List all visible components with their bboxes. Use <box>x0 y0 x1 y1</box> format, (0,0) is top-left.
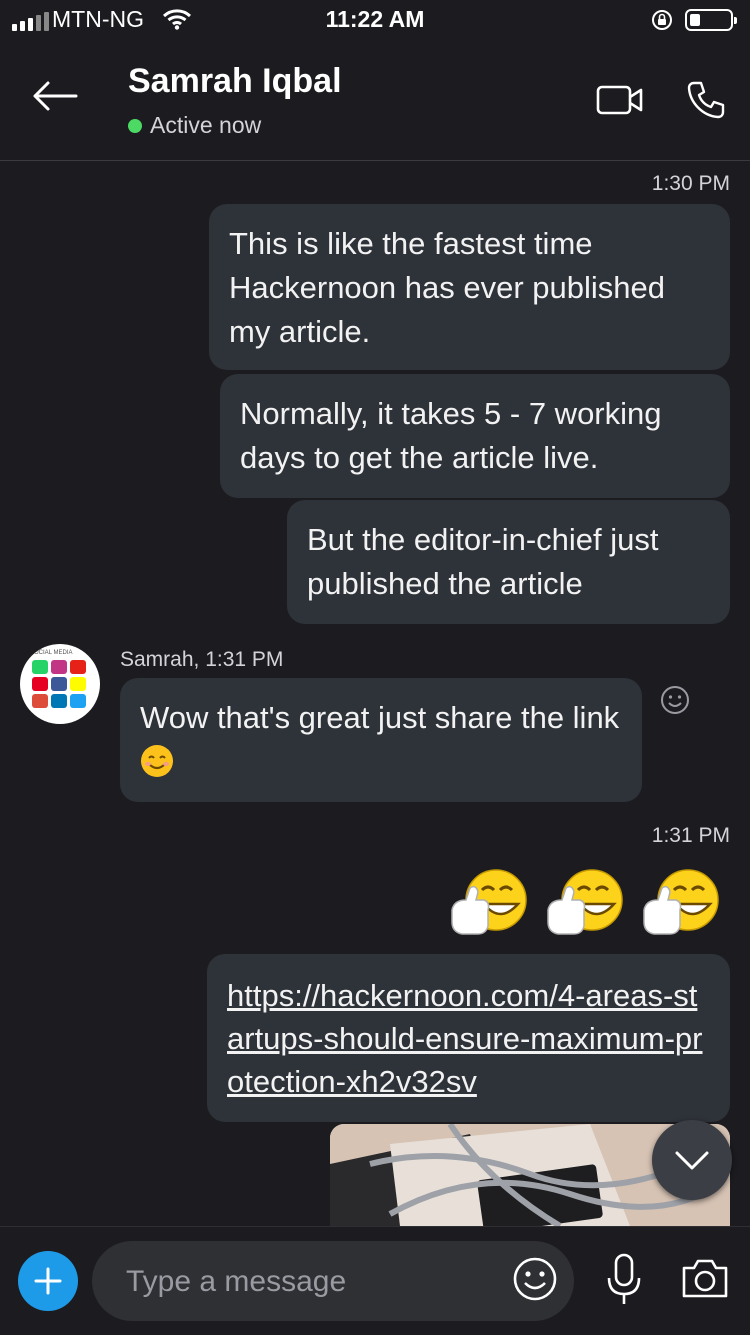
outgoing-message[interactable]: This is like the fastest time Hackernoon… <box>209 204 730 370</box>
video-call-icon[interactable] <box>596 84 644 121</box>
thumbs-up-emoji-icon[interactable] <box>448 866 532 938</box>
camera-icon[interactable] <box>680 1256 730 1305</box>
chevron-down-icon <box>675 1151 709 1170</box>
outgoing-message[interactable]: Normally, it takes 5 - 7 working days to… <box>220 374 730 498</box>
scroll-to-bottom-button[interactable] <box>652 1120 732 1200</box>
contact-name[interactable]: Samrah Iqbal <box>128 62 342 101</box>
incoming-message-text: Wow that's great just share the link <box>140 700 620 735</box>
message-timestamp: 1:30 PM <box>651 172 730 195</box>
avatar[interactable]: SOCIAL MEDIA <box>20 644 100 724</box>
message-input-container <box>92 1241 574 1323</box>
presence-label: Active now <box>150 112 262 138</box>
thumbs-up-emoji-icon[interactable] <box>544 866 628 938</box>
avatar-caption-art: SOCIAL MEDIA <box>30 650 73 656</box>
link-message[interactable]: https://hackernoon.com/4-areas-startups-… <box>207 954 730 1122</box>
presence-status: Active now <box>128 112 261 139</box>
thumbs-up-emoji-icon[interactable] <box>640 866 724 938</box>
message-timestamp: 1:31 PM <box>651 824 730 847</box>
incoming-message[interactable]: Wow that's great just share the link <box>120 678 642 802</box>
add-attachment-button[interactable] <box>18 1251 78 1311</box>
back-arrow-icon[interactable] <box>30 78 78 119</box>
rotation-lock-icon <box>650 8 674 37</box>
online-dot-icon <box>128 118 142 133</box>
plus-icon <box>34 1267 62 1295</box>
clock: 11:22 AM <box>325 6 425 32</box>
emoji-icon[interactable] <box>512 1256 558 1307</box>
sender-timestamp: Samrah, 1:31 PM <box>120 648 284 671</box>
battery-icon <box>685 9 737 31</box>
chat-header: Samrah Iqbal Active now <box>0 40 750 161</box>
microphone-icon[interactable] <box>604 1252 644 1313</box>
smiley-react-icon[interactable] <box>659 684 691 721</box>
social-logos-image <box>32 660 86 708</box>
status-bar: MTN-NG 11:22 AM <box>0 0 750 40</box>
outgoing-message[interactable]: But the editor-in-chief just published t… <box>287 500 730 624</box>
message-input[interactable] <box>124 1241 498 1323</box>
smiling-emoji-icon <box>141 745 173 777</box>
phone-icon[interactable] <box>686 80 726 125</box>
